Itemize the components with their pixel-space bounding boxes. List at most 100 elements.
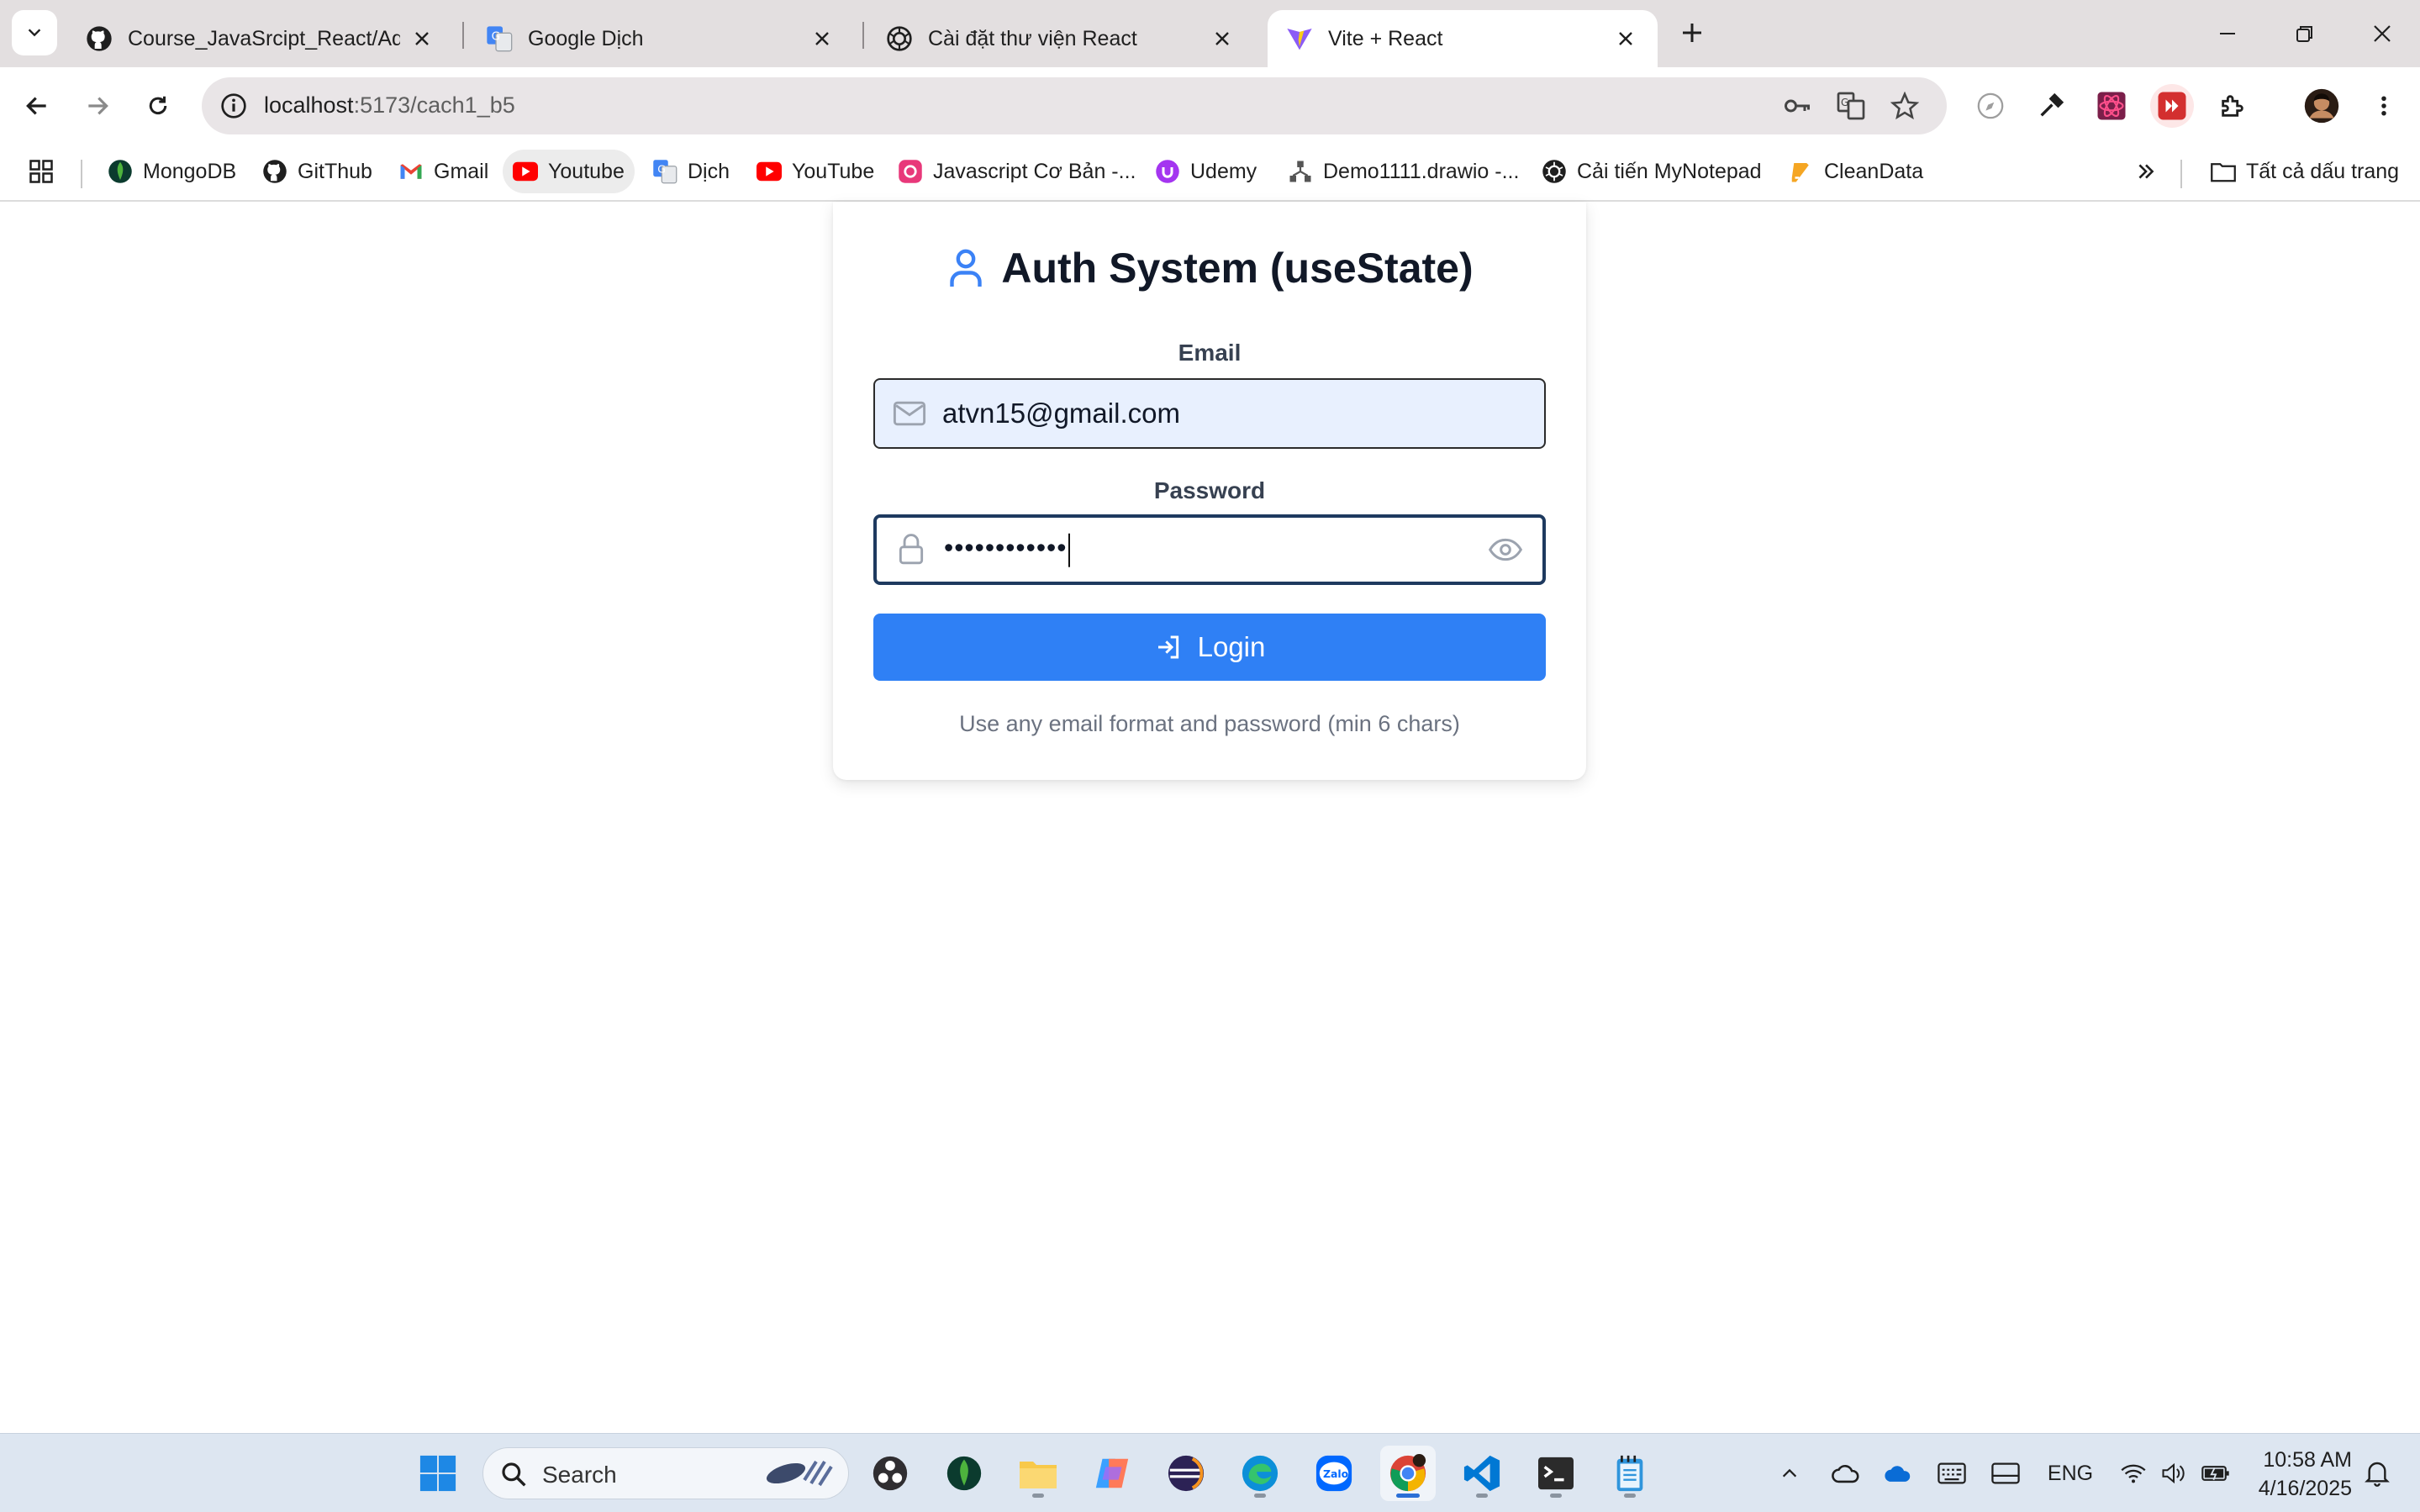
bookmark-udemy[interactable]: Udemy	[1145, 150, 1267, 193]
terminal-icon	[1538, 1457, 1574, 1490]
bookmark-divider	[81, 160, 82, 188]
bookmark-gmail[interactable]: Gmail	[388, 150, 498, 193]
taskbar-eclipse[interactable]	[1158, 1446, 1214, 1501]
chrome-icon	[1389, 1454, 1426, 1492]
battery-tray[interactable]	[2199, 1452, 2233, 1494]
bookmark-star-icon[interactable]	[1885, 86, 1925, 126]
taskbar-zalo[interactable]: Zalo	[1306, 1446, 1362, 1501]
notifications-tray[interactable]	[2360, 1452, 2394, 1494]
tab-google-translate[interactable]: G Google Dịch	[467, 10, 854, 67]
close-icon[interactable]	[809, 25, 836, 52]
page-title: Auth System (useState)	[1001, 245, 1474, 292]
all-bookmarks-button[interactable]: Tất cả dấu trang	[2201, 150, 2409, 193]
onedrive-tray[interactable]	[1881, 1452, 1915, 1494]
bookmark-youtube[interactable]: Youtube	[503, 150, 635, 193]
back-button[interactable]	[15, 84, 59, 128]
taskbar-chrome[interactable]	[1380, 1446, 1436, 1501]
edge-icon	[1242, 1455, 1279, 1492]
minimize-button[interactable]	[2202, 12, 2253, 55]
show-hidden-icons-button[interactable]	[1779, 1452, 1801, 1494]
login-label: Login	[1197, 631, 1266, 662]
extensions-puzzle-icon[interactable]	[2211, 84, 2254, 128]
taskbar-terminal[interactable]	[1528, 1446, 1584, 1501]
translate-page-icon[interactable]: G	[1831, 86, 1871, 126]
color-picker-extension-icon[interactable]	[2029, 84, 2073, 128]
start-button[interactable]	[410, 1446, 466, 1501]
language-indicator[interactable]: ENG	[2043, 1452, 2098, 1494]
tab-divider	[862, 22, 864, 49]
bookmark-youtube-2[interactable]: YouTube	[746, 150, 884, 193]
taskbar-mongodb-compass[interactable]	[936, 1446, 992, 1501]
clock-date: 4/16/2025	[2258, 1477, 2352, 1500]
reload-button[interactable]	[136, 84, 180, 128]
folder-icon	[1020, 1462, 1057, 1488]
close-icon[interactable]	[1209, 25, 1236, 52]
bookmark-cleandata[interactable]: CleanData	[1779, 150, 1933, 193]
github-icon	[262, 159, 287, 184]
tab-react-install[interactable]: Cài đặt thư viện React	[867, 10, 1254, 67]
taskbar-clock[interactable]: 10:58 AM 4/16/2025	[2243, 1446, 2352, 1503]
taskbar-file-explorer[interactable]	[1010, 1446, 1066, 1501]
password-label: Password	[1153, 477, 1266, 503]
close-icon[interactable]	[1612, 25, 1639, 52]
bookmark-github[interactable]: GitThub	[252, 150, 382, 193]
email-label: Email	[1178, 340, 1242, 366]
bookmark-drawio[interactable]: Demo1111.drawio -...	[1278, 150, 1529, 193]
bookmark-mongodb[interactable]: MongoDB	[98, 150, 246, 193]
taskbar-notepad[interactable]	[1602, 1446, 1658, 1501]
tab-vite-react[interactable]: Vite + React	[1268, 10, 1658, 67]
tab-github[interactable]: Course_JavaSrcipt_React/Admin	[67, 10, 454, 67]
touch-keyboard-tray[interactable]	[1935, 1452, 1969, 1494]
password-dots: ••••••••••••	[944, 532, 1068, 563]
volume-tray[interactable]	[2159, 1452, 2189, 1494]
password-field[interactable]: ••••••••••••	[873, 514, 1546, 585]
taskbar-obs[interactable]	[862, 1446, 918, 1501]
close-window-button[interactable]	[2357, 12, 2407, 55]
email-field[interactable]: atvn15@gmail.com	[873, 378, 1546, 449]
bookmark-label: Demo1111.drawio -...	[1323, 159, 1520, 183]
login-button[interactable]: Login	[873, 614, 1546, 681]
bookmark-dich[interactable]: G Dịch	[642, 150, 740, 193]
restore-button[interactable]	[2280, 12, 2330, 55]
menu-kebab-icon[interactable]	[2362, 84, 2406, 128]
react-devtools-extension-icon[interactable]	[2090, 84, 2133, 128]
eye-icon[interactable]	[1487, 531, 1524, 568]
forward-button[interactable]	[76, 84, 119, 128]
taskbar-edge[interactable]	[1232, 1446, 1288, 1501]
password-key-icon[interactable]	[1777, 86, 1817, 126]
mongodb-icon	[946, 1456, 982, 1491]
video-speed-extension-icon[interactable]	[2150, 84, 2194, 128]
openai-icon	[1542, 159, 1567, 184]
apps-button[interactable]	[18, 150, 64, 193]
compass-extension-icon[interactable]	[1969, 84, 2012, 128]
site-info-icon[interactable]	[214, 86, 254, 126]
reload-icon	[149, 96, 167, 115]
close-icon[interactable]	[409, 25, 435, 52]
new-tab-button[interactable]	[1673, 13, 1711, 52]
bookmark-javascript[interactable]: Javascript Cơ Bản -...	[888, 150, 1146, 193]
chevron-down-icon	[28, 29, 41, 37]
running-indicator	[1624, 1494, 1636, 1498]
tab-title: Google Dịch	[528, 26, 644, 50]
page-viewport: Auth System (useState) Email atvn15@gmai…	[0, 202, 2420, 1433]
form-hint: Use any email format and password (min 6…	[959, 711, 1460, 736]
taskbar-search[interactable]: Search	[482, 1447, 849, 1499]
pen-menu-tray[interactable]	[1989, 1452, 2022, 1494]
bookmarks-bar: MongoDB GitThub Gmail Youtube G Dịch You…	[0, 145, 2420, 202]
more-bookmarks-button[interactable]	[2123, 150, 2169, 193]
tab-search-button[interactable]	[12, 10, 57, 55]
copilot-icon	[1095, 1458, 1129, 1488]
taskbar-copilot[interactable]	[1084, 1446, 1140, 1501]
wifi-tray[interactable]	[2118, 1452, 2148, 1494]
address-bar[interactable]: localhost:5173/cach1_b5 G	[202, 77, 1947, 134]
bookmark-mynotepad[interactable]: Cải tiến MyNotepad	[1532, 150, 1772, 193]
google-translate-icon: G	[486, 25, 513, 52]
openai-icon	[886, 25, 913, 52]
onedrive-personal-tray[interactable]	[1829, 1452, 1863, 1494]
profile-avatar[interactable]	[2300, 84, 2344, 128]
chevron-up-icon	[1782, 1468, 1797, 1478]
language-label: ENG	[2047, 1461, 2094, 1485]
svg-text:G: G	[1841, 97, 1848, 108]
taskbar-vscode[interactable]	[1454, 1446, 1510, 1501]
url-text[interactable]: localhost:5173/cach1_b5	[264, 92, 515, 119]
